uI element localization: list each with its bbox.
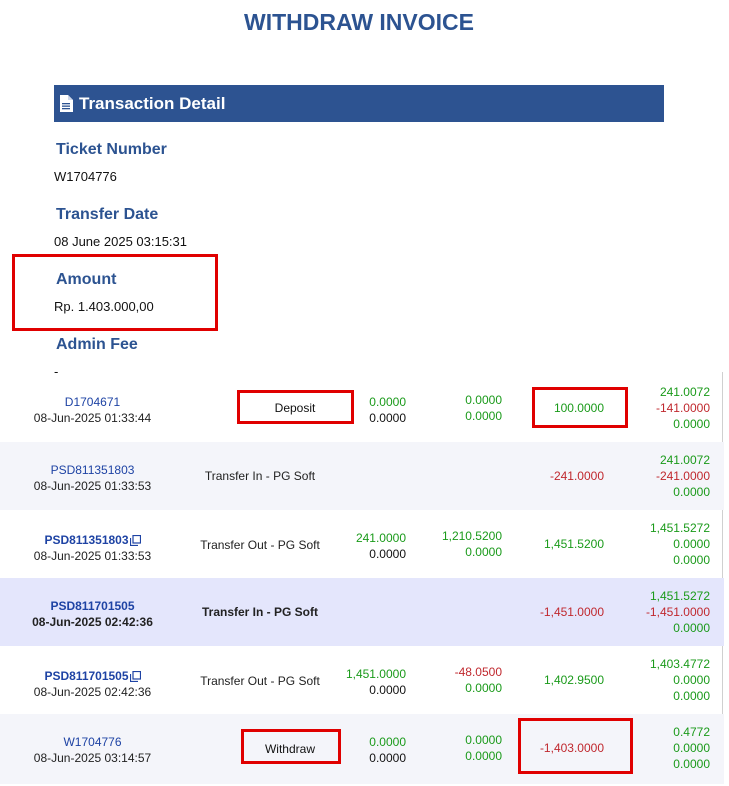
ticket-id[interactable]: PSD811351803 xyxy=(0,532,185,548)
value-a2: 0.0000 xyxy=(369,751,406,765)
value-d2: -1,451.0000 xyxy=(645,605,710,619)
row-description: Transfer In - PG Soft xyxy=(201,605,318,619)
value-d2: -241.0000 xyxy=(655,469,710,483)
table-row: PSD811351803 08-Jun-2025 01:33:53 Transf… xyxy=(0,510,724,578)
ticket-time: 08-Jun-2025 02:42:36 xyxy=(32,615,153,629)
ticket-time: 08-Jun-2025 02:42:36 xyxy=(33,685,152,699)
transfer-date-label: Transfer Date xyxy=(56,206,159,223)
value-a2: 0.0000 xyxy=(369,547,406,561)
value-a1: 241.0000 xyxy=(355,531,406,545)
ticket-number-label: Ticket Number xyxy=(56,141,167,158)
value-a2: 0.0000 xyxy=(369,683,406,697)
value-b1: 0.0000 xyxy=(465,733,502,747)
transaction-detail-header: Transaction Detail xyxy=(54,85,664,122)
value-b1: 0.0000 xyxy=(465,393,502,407)
value-d2: -141.0000 xyxy=(655,401,710,415)
row-description: Transfer Out - PG Soft xyxy=(200,538,320,552)
amount-highlight-box xyxy=(12,254,218,331)
value-d1: 1,451.5272 xyxy=(649,521,710,535)
row-description: Transfer In - PG Soft xyxy=(204,469,316,483)
transfer-date-value: 08 June 2025 03:15:31 xyxy=(54,234,188,249)
copy-icon[interactable] xyxy=(129,671,141,683)
value-b2: 0.0000 xyxy=(465,749,502,763)
ticket-id[interactable]: PSD811701505 xyxy=(0,598,185,614)
ticket-time: 08-Jun-2025 01:33:53 xyxy=(33,549,152,563)
copy-icon[interactable] xyxy=(129,535,141,547)
value-a1: 0.0000 xyxy=(369,735,406,749)
value-c: -241.0000 xyxy=(549,469,604,483)
value-d1: 0.4772 xyxy=(673,725,710,739)
ticket-id-text[interactable]: PSD811701505 xyxy=(44,669,128,683)
withdraw-highlight-box xyxy=(241,729,341,764)
value-d3: 0.0000 xyxy=(673,417,710,431)
admin-fee-label: Admin Fee xyxy=(56,336,138,353)
ticket-number-value: W1704776 xyxy=(54,169,117,184)
ticket-id[interactable]: D1704671 xyxy=(0,394,185,410)
value-d1: 241.0072 xyxy=(659,453,710,467)
value-c: 1,451.5200 xyxy=(543,537,604,551)
ticket-time: 08-Jun-2025 03:14:57 xyxy=(33,751,152,765)
value-d2: 0.0000 xyxy=(673,673,710,687)
value-b2: 0.0000 xyxy=(465,545,502,559)
value-d2: 0.0000 xyxy=(673,537,710,551)
value-d3: 0.0000 xyxy=(673,757,710,771)
transaction-detail-title: Transaction Detail xyxy=(79,93,226,113)
value-d2: 0.0000 xyxy=(673,741,710,755)
ticket-id[interactable]: PSD811701505 xyxy=(0,668,185,684)
ticket-time: 08-Jun-2025 01:33:53 xyxy=(33,479,152,493)
value-d3: 0.0000 xyxy=(673,485,710,499)
ticket-time: 08-Jun-2025 01:33:44 xyxy=(33,411,152,425)
table-row: PSD811701505 08-Jun-2025 02:42:36 Transf… xyxy=(0,646,724,714)
value-b1: 1,210.5200 xyxy=(441,529,502,543)
value-b1: -48.0500 xyxy=(454,665,502,679)
withdraw-amount-highlight-box xyxy=(518,718,633,774)
value-d3: 0.0000 xyxy=(673,689,710,703)
row-description: Transfer Out - PG Soft xyxy=(200,674,320,688)
table-row: PSD811701505 08-Jun-2025 02:42:36 Transf… xyxy=(0,578,724,646)
value-d1: 241.0072 xyxy=(659,385,710,399)
value-b2: 0.0000 xyxy=(465,681,502,695)
value-d1: 1,403.4772 xyxy=(649,657,710,671)
value-a1: 1,451.0000 xyxy=(345,667,406,681)
ticket-id[interactable]: PSD811351803 xyxy=(0,462,185,478)
page-title: WITHDRAW INVOICE xyxy=(244,9,474,35)
value-d3: 0.0000 xyxy=(673,621,710,635)
deposit-amount-highlight-box xyxy=(532,387,628,428)
value-d3: 0.0000 xyxy=(673,553,710,567)
ticket-id-text[interactable]: PSD811351803 xyxy=(44,533,128,547)
document-icon xyxy=(60,95,73,112)
ticket-id[interactable]: W1704776 xyxy=(0,734,185,750)
value-d1: 1,451.5272 xyxy=(649,589,710,603)
value-c: -1,451.0000 xyxy=(539,605,604,619)
deposit-highlight-box xyxy=(237,390,354,424)
value-b2: 0.0000 xyxy=(465,409,502,423)
table-row: PSD811351803 08-Jun-2025 01:33:53 Transf… xyxy=(0,442,724,510)
value-c: 1,402.9500 xyxy=(543,673,604,687)
